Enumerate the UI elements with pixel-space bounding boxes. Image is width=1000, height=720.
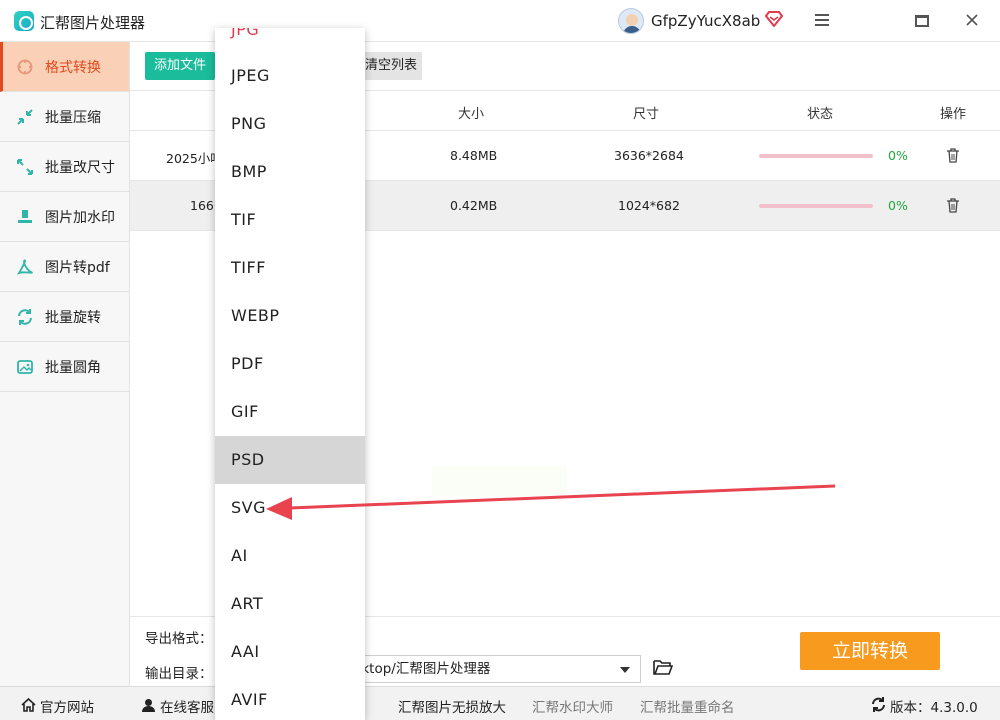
sidebar-item-compress[interactable]: 批量压缩 [0, 92, 129, 142]
add-file-button[interactable]: 添加文件 [145, 52, 215, 80]
progress-text: 0% [888, 148, 908, 163]
format-option[interactable]: PNG [215, 100, 365, 148]
menu-icon[interactable] [807, 8, 837, 34]
app-logo-icon [14, 11, 34, 31]
convert-now-button[interactable]: 立即转换 [800, 632, 940, 670]
avatar[interactable] [618, 8, 644, 34]
file-size: 0.42MB [450, 198, 498, 213]
format-option[interactable]: AAI [215, 628, 365, 676]
format-convert-icon [15, 57, 35, 77]
format-option[interactable]: JPEG [215, 52, 365, 100]
app-title: 汇帮图片处理器 [40, 14, 146, 32]
website-label: 官方网站 [40, 700, 94, 716]
username[interactable]: GfpZyYucX8ab [651, 12, 760, 30]
round-corner-icon [15, 357, 35, 377]
faint-watermark [432, 466, 567, 496]
link-upscale[interactable]: 汇帮图片无损放大 [398, 696, 506, 716]
format-dropdown[interactable]: JPG JPEG PNG BMP TIF TIFF WEBP PDF GIF P… [215, 28, 365, 720]
user-support-icon [140, 698, 156, 716]
vip-diamond-icon[interactable] [764, 11, 784, 31]
support-link[interactable]: 在线客服 [140, 696, 214, 716]
rotate-icon [15, 307, 35, 327]
header-dimensions: 尺寸 [633, 107, 660, 122]
output-dir-label: 输出目录： [145, 666, 213, 682]
chevron-down-icon [620, 667, 630, 673]
sidebar-item-label: 批量圆角 [45, 359, 101, 376]
sidebar-item-to-pdf[interactable]: 图片转pdf [0, 242, 129, 292]
pdf-icon [15, 257, 35, 277]
format-option[interactable]: TIFF [215, 244, 365, 292]
sidebar-item-label: 格式转换 [45, 59, 101, 76]
export-format-label: 导出格式： [145, 631, 213, 647]
format-option-hovered[interactable]: PSD [215, 436, 365, 484]
header-size: 大小 [458, 107, 485, 122]
file-dimensions: 3636*2684 [614, 148, 684, 163]
format-option[interactable]: WEBP [215, 292, 365, 340]
resize-icon [15, 157, 35, 177]
sidebar: 格式转换 批量压缩 批量改尺寸 图片加水印 图片转pdf 批量旋转 批量圆角 [0, 42, 130, 686]
folder-open-icon[interactable] [653, 659, 674, 677]
format-option[interactable]: JPG [215, 28, 365, 52]
home-icon [20, 697, 36, 716]
sidebar-item-label: 批量压缩 [45, 109, 101, 126]
version-info[interactable]: 版本：4.3.0.0 [870, 696, 978, 716]
watermark-icon [15, 207, 35, 227]
trash-icon[interactable] [947, 198, 959, 213]
sidebar-item-format-convert[interactable]: 格式转换 [0, 42, 129, 92]
sidebar-item-label: 批量旋转 [45, 309, 101, 326]
format-option[interactable]: TIF [215, 196, 365, 244]
header-action: 操作 [940, 107, 967, 122]
progress-bar [759, 154, 873, 158]
format-option[interactable]: PDF [215, 340, 365, 388]
status-bar: 官方网站 在线客服 汇帮图片无损放大 汇帮水印大师 汇帮批量重命名 版本：4.3… [0, 686, 1000, 720]
file-dimensions: 1024*682 [618, 198, 680, 213]
title-bar: 汇帮图片处理器 GfpZyYucX8ab [0, 0, 1000, 42]
sidebar-item-label: 批量改尺寸 [45, 159, 115, 176]
website-link[interactable]: 官方网站 [20, 696, 94, 716]
format-option[interactable]: AI [215, 532, 365, 580]
close-icon[interactable] [957, 8, 987, 34]
progress-bar [759, 204, 873, 208]
format-option[interactable]: GIF [215, 388, 365, 436]
format-option-svg[interactable]: SVG [215, 484, 365, 532]
sidebar-item-rotate[interactable]: 批量旋转 [0, 292, 129, 342]
progress-text: 0% [888, 198, 908, 213]
clear-list-button[interactable]: 清空列表 [360, 52, 422, 80]
support-label: 在线客服 [160, 700, 214, 716]
version-label: 版本：4.3.0.0 [890, 700, 978, 716]
sidebar-item-label: 图片转pdf [45, 259, 110, 276]
trash-icon[interactable] [947, 148, 959, 163]
format-option[interactable]: AVIF [215, 676, 365, 720]
maximize-icon[interactable] [907, 8, 937, 34]
compress-icon [15, 107, 35, 127]
file-size: 8.48MB [450, 148, 498, 163]
sidebar-item-watermark[interactable]: 图片加水印 [0, 192, 129, 242]
link-watermark-master[interactable]: 汇帮水印大师 [532, 696, 613, 716]
refresh-icon [870, 697, 886, 716]
link-batch-rename[interactable]: 汇帮批量重命名 [640, 696, 735, 716]
format-option[interactable]: BMP [215, 148, 365, 196]
sidebar-item-resize[interactable]: 批量改尺寸 [0, 142, 129, 192]
format-option[interactable]: ART [215, 580, 365, 628]
sidebar-item-round-corner[interactable]: 批量圆角 [0, 342, 129, 392]
header-status: 状态 [807, 107, 834, 122]
sidebar-item-label: 图片加水印 [45, 209, 115, 226]
